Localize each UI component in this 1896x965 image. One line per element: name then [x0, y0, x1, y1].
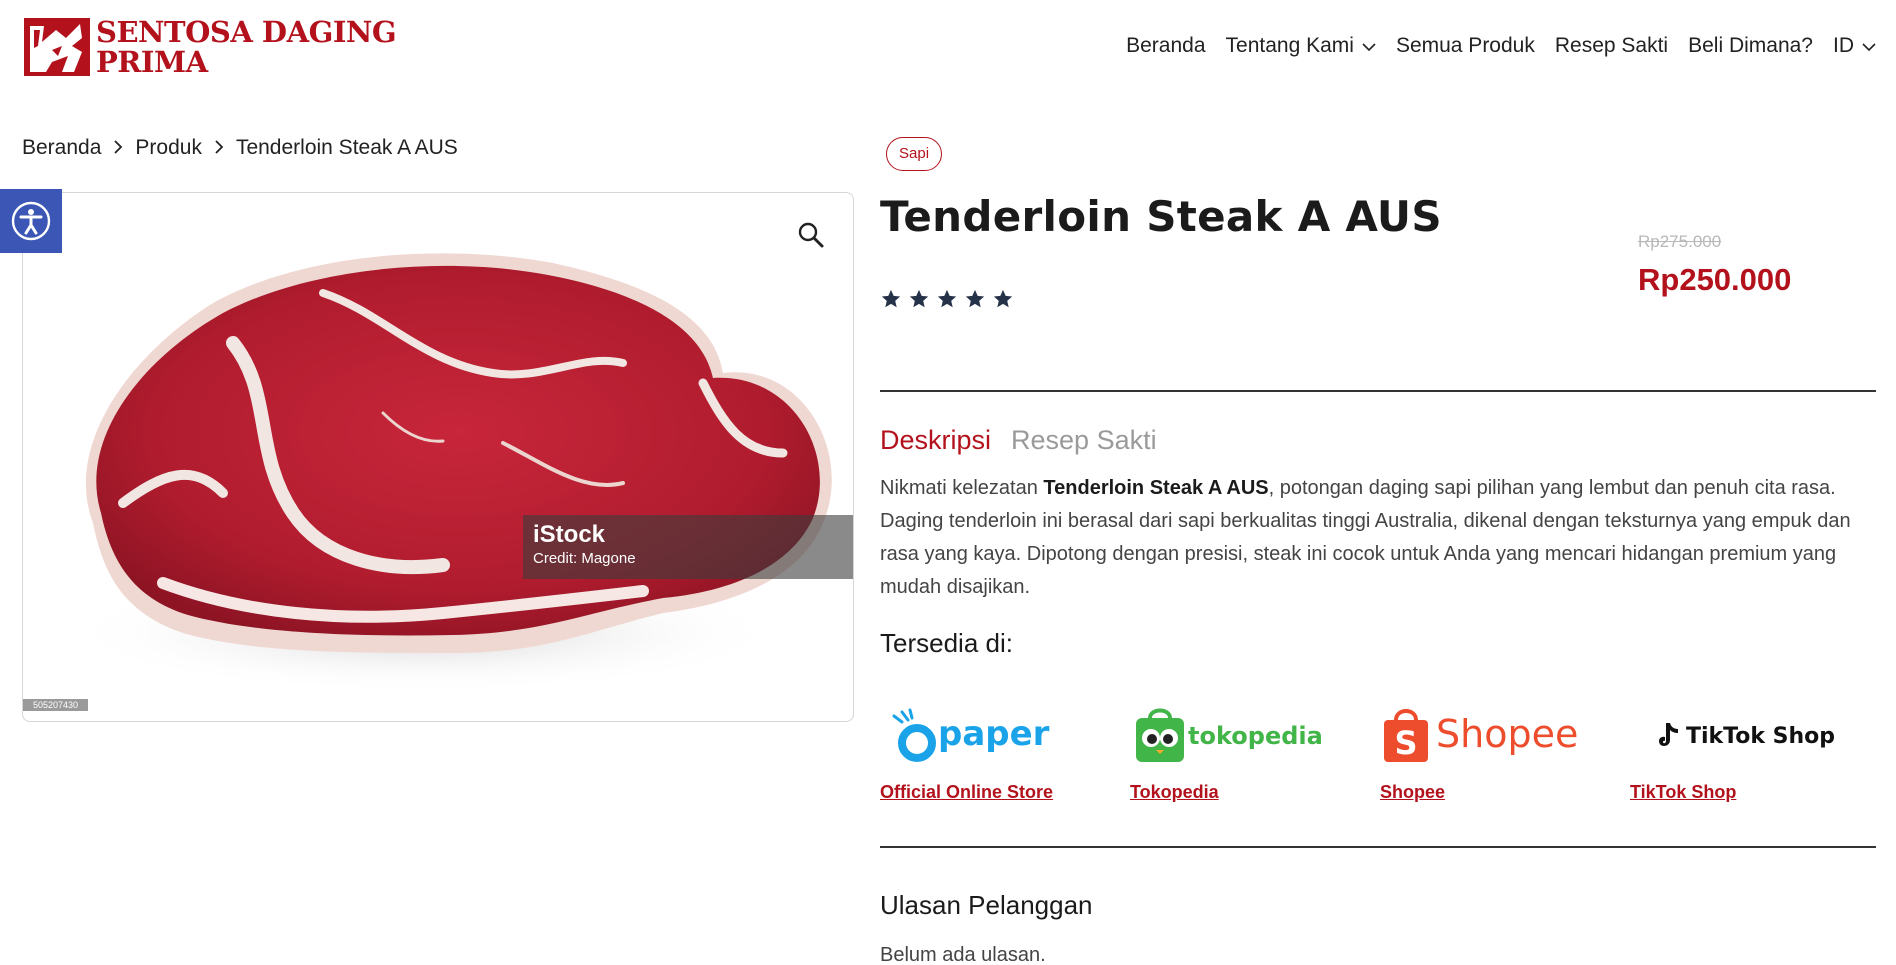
shopee-logo-text: Shopee [1436, 712, 1579, 756]
breadcrumb: Beranda Produk Tenderloin Steak A AUS [22, 136, 458, 160]
tokopedia-bag-icon [1136, 708, 1184, 762]
nav-item-label: Tentang Kami [1225, 34, 1354, 57]
product-tabs: Deskripsi Resep Sakti [880, 425, 1157, 456]
store-paper: paper Official Online Store [880, 700, 1130, 810]
current-price: Rp250.000 [1638, 262, 1792, 297]
store-list: paper Official Online Store tokopedia To… [880, 700, 1876, 810]
product-image [63, 253, 832, 693]
watermark-credit: Credit: Magone [533, 550, 636, 567]
brand-logo-icon [24, 18, 90, 76]
store-link-tokopedia[interactable]: Tokopedia [1130, 782, 1219, 803]
tab-resep-sakti[interactable]: Resep Sakti [1011, 425, 1157, 456]
chevron-right-icon [113, 136, 123, 160]
language-label: ID [1833, 34, 1854, 57]
star-icon [964, 288, 988, 312]
star-icon [908, 288, 932, 312]
store-tokopedia: tokopedia Tokopedia [1130, 700, 1380, 810]
nav-item-label: Beli Dimana? [1688, 34, 1813, 57]
nav-item-beli-dimana[interactable]: Beli Dimana? [1688, 34, 1813, 58]
brand-name-line2: PRIMA [96, 45, 208, 79]
tokopedia-logo[interactable] [1130, 700, 1190, 770]
breadcrumb-item-beranda[interactable]: Beranda [22, 136, 101, 160]
store-link-tiktok[interactable]: TikTok Shop [1630, 782, 1736, 803]
tiktok-logo-text: TikTok Shop [1686, 724, 1836, 749]
watermark-brand: iStock [533, 521, 606, 548]
breadcrumb-item-produk[interactable]: Produk [135, 136, 202, 160]
site-header: SENTOSA DAGING PRIMA Beranda Tentang Kam… [0, 0, 1896, 100]
availability-title: Tersedia di: [880, 628, 1013, 658]
shopee-bag-icon: S [1384, 709, 1428, 762]
paper-logo-text: paper [938, 714, 1050, 754]
tab-deskripsi[interactable]: Deskripsi [880, 425, 991, 456]
product-description: Nikmati kelezatan Tenderloin Steak A AUS… [880, 472, 1870, 604]
tiktok-icon [1659, 723, 1678, 746]
nav-item-label: Beranda [1126, 34, 1206, 57]
chevron-right-icon [214, 136, 224, 160]
accessibility-button[interactable] [0, 189, 62, 253]
nav-item-label: Semua Produk [1395, 34, 1535, 57]
shopee-logo[interactable]: S [1380, 700, 1432, 770]
nav-item-label: Resep Sakti [1554, 34, 1669, 57]
chevron-down-icon [1362, 34, 1376, 58]
star-icon [936, 288, 960, 312]
nav-item-resep-sakti[interactable]: Resep Sakti [1555, 34, 1668, 58]
description-product-name: Tenderloin Steak A AUS [1043, 477, 1269, 499]
nav-item-semua-produk[interactable]: Semua Produk [1396, 34, 1535, 58]
tiktok-shop-logo[interactable] [1658, 700, 1680, 770]
brand-name: SENTOSA DAGING PRIMA [96, 15, 397, 79]
language-switcher[interactable]: ID [1833, 34, 1876, 58]
tokopedia-logo-text: tokopedia [1188, 722, 1323, 750]
brand-logo[interactable]: SENTOSA DAGING PRIMA [22, 15, 397, 79]
zoom-icon[interactable] [797, 221, 825, 249]
star-icon [992, 288, 1016, 312]
store-link-shopee[interactable]: Shopee [1380, 782, 1445, 803]
store-tiktok: TikTok Shop TikTok Shop [1630, 700, 1880, 810]
divider [880, 390, 1876, 392]
svg-text:S: S [1394, 724, 1417, 762]
divider [880, 846, 1876, 848]
store-shopee: S Shopee Shopee [1380, 700, 1630, 810]
image-watermark: iStock Credit: Magone [523, 515, 853, 579]
chevron-down-icon [1862, 34, 1876, 58]
image-id: 505207430 [23, 699, 89, 711]
reviews-title: Ulasan Pelanggan [880, 890, 1093, 920]
nav-item-beranda[interactable]: Beranda [1126, 34, 1205, 58]
reviews-empty-text: Belum ada ulasan. [880, 944, 1046, 965]
store-link-official[interactable]: Official Online Store [880, 782, 1053, 803]
product-image-gallery[interactable]: iStock Credit: Magone 505207430 [22, 192, 854, 722]
category-tag[interactable]: Sapi [886, 137, 943, 171]
product-title: Tenderloin Steak A AUS [880, 192, 1442, 241]
description-intro: Nikmati kelezatan [880, 477, 1044, 499]
main-nav: Beranda Tentang Kami Semua Produk Resep … [1106, 34, 1876, 58]
breadcrumb-item-current: Tenderloin Steak A AUS [235, 136, 458, 159]
star-icon [880, 288, 904, 312]
accessibility-icon [11, 201, 51, 241]
nav-item-tentang-kami[interactable]: Tentang Kami [1226, 34, 1376, 58]
rating-stars [880, 288, 1020, 312]
brand-name-line1: SENTOSA DAGING [96, 15, 397, 49]
old-price: Rp275.000 [1638, 232, 1722, 251]
